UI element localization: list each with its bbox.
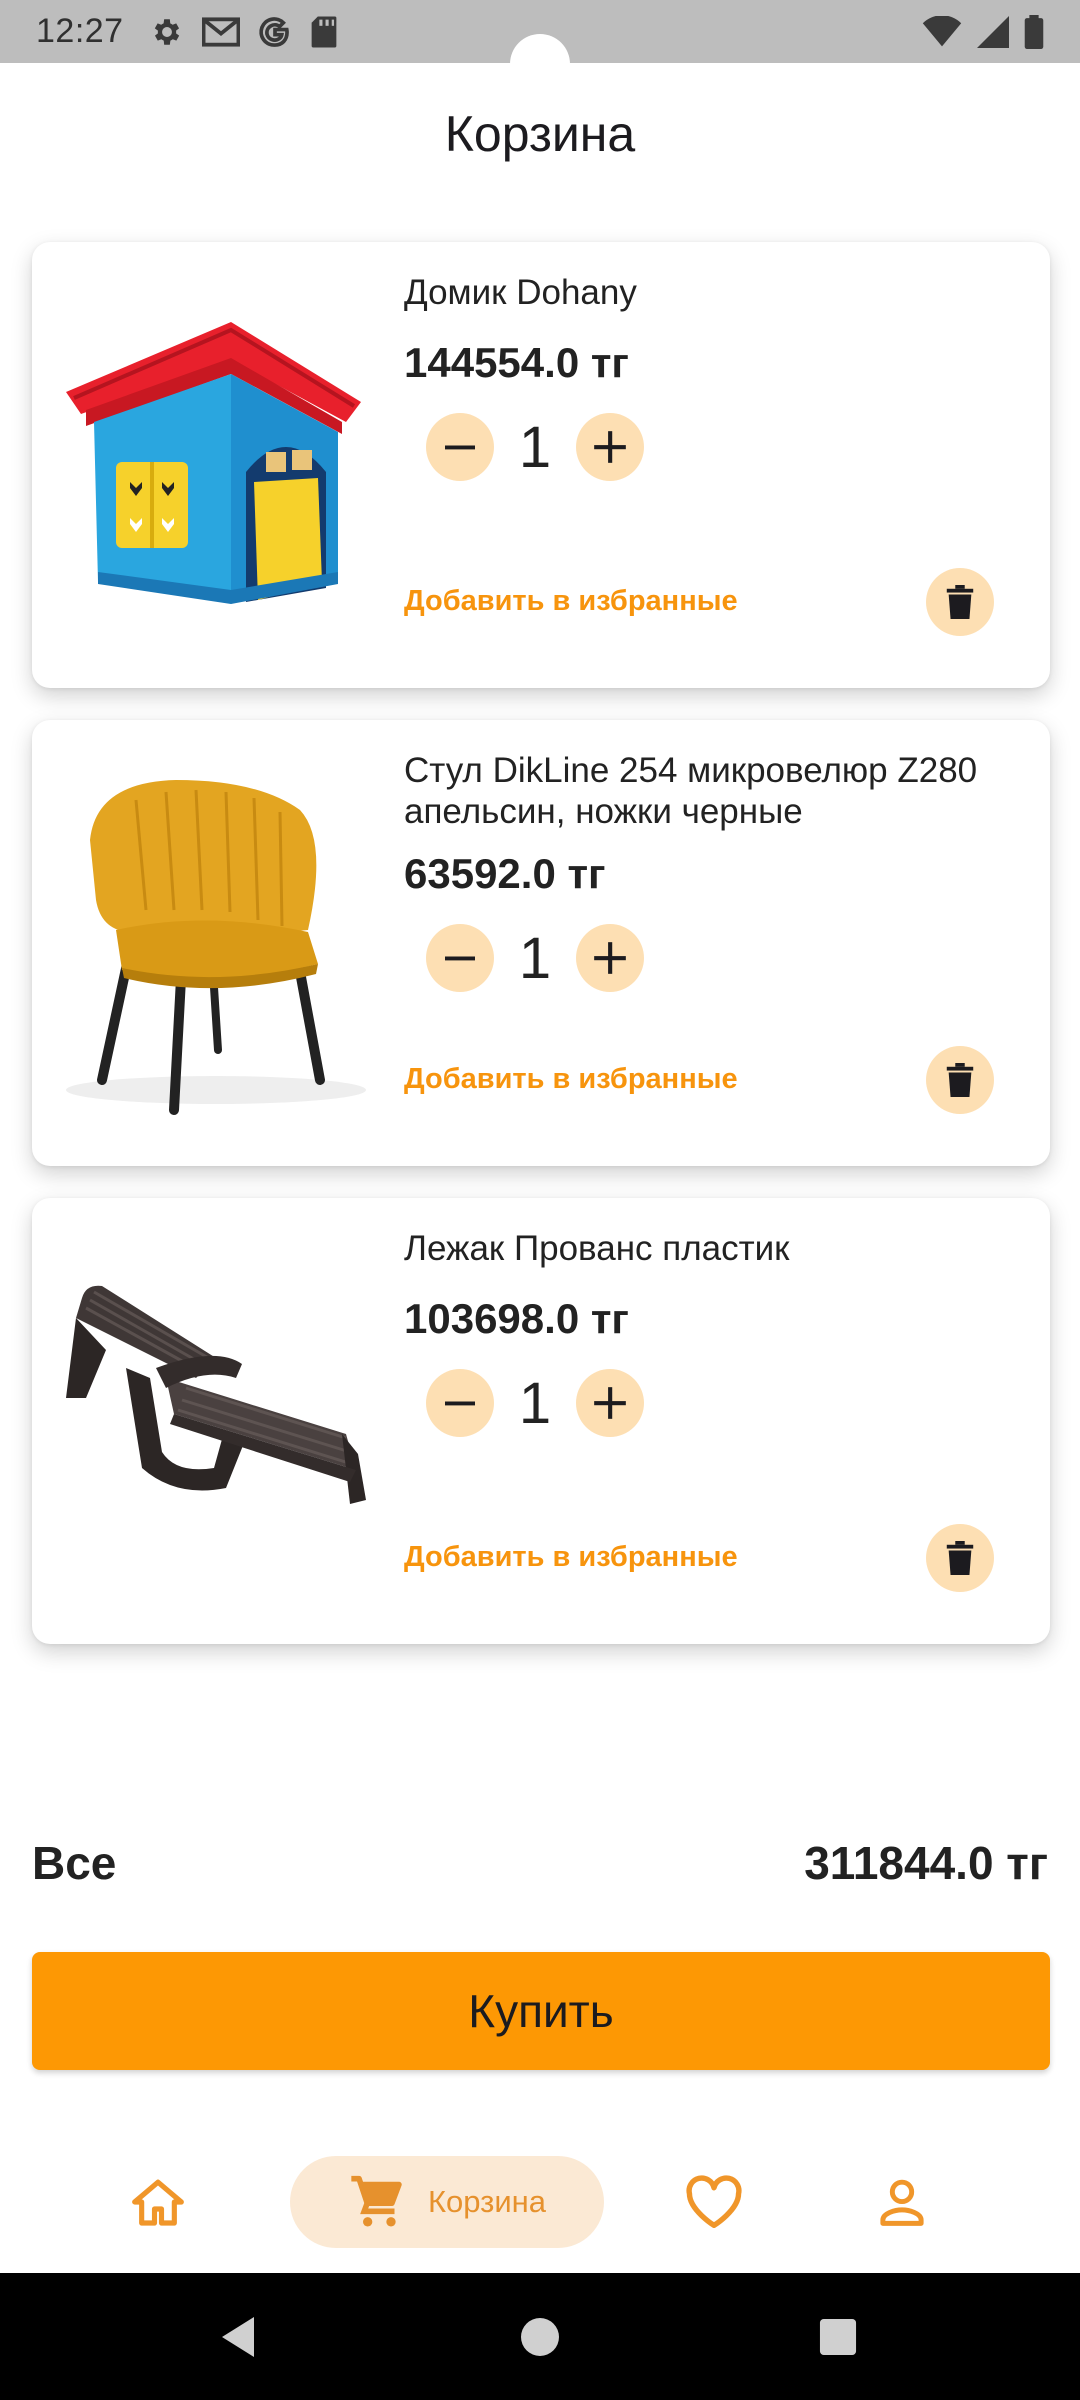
product-name: Лежак Прованс пластик [404, 1229, 790, 1268]
product-name: Стул DikLine 254 микровелюр Z280 апельси… [404, 751, 978, 831]
settings-icon [150, 15, 184, 49]
trash-icon [946, 1063, 974, 1097]
decrease-quantity-button[interactable] [426, 1369, 494, 1437]
product-image [46, 760, 386, 1120]
product-price: 144554.0 тг [404, 339, 629, 386]
nav-item-home[interactable] [108, 2130, 208, 2273]
signal-icon [976, 15, 1010, 48]
nav-cart-label: Корзина [427, 2183, 547, 2219]
cart-item-card: Домик Dohany 144554.0 тг 1 Добавить в из… [32, 242, 1050, 688]
person-icon [880, 2179, 924, 2226]
nav-item-cart[interactable]: Корзина [290, 2130, 604, 2273]
plus-icon [594, 942, 626, 974]
system-home-button[interactable] [514, 2311, 566, 2363]
decrease-quantity-button[interactable] [426, 924, 494, 992]
decrease-quantity-button[interactable] [426, 413, 494, 481]
bottom-navigation: Корзина [0, 2130, 1080, 2273]
trash-icon [946, 585, 974, 619]
plus-icon [594, 431, 626, 463]
heart-icon [686, 2174, 742, 2228]
nav-item-profile[interactable] [852, 2130, 952, 2273]
back-triangle-icon [222, 2317, 254, 2357]
quantity-value: 1 [518, 414, 552, 480]
buy-button[interactable]: Купить [32, 1952, 1050, 2070]
recents-square-icon [819, 2318, 857, 2356]
system-recents-button[interactable] [812, 2311, 864, 2363]
plus-icon [594, 1387, 626, 1419]
minus-icon [445, 1401, 475, 1406]
quantity-stepper: 1 [426, 924, 1020, 992]
add-to-favorites-link[interactable]: Добавить в избранные [404, 1541, 738, 1574]
remove-item-button[interactable] [926, 568, 994, 636]
product-price: 63592.0 тг [404, 850, 606, 897]
system-back-button[interactable] [212, 2311, 264, 2363]
product-image [46, 1238, 386, 1598]
product-name: Домик Dohany [404, 273, 637, 312]
cart-icon [351, 2175, 402, 2226]
total-label: Все [32, 1837, 117, 1889]
wifi-icon [922, 15, 962, 48]
total-value: 311844.0 тг [804, 1837, 1048, 1889]
gmail-icon [201, 16, 240, 48]
increase-quantity-button[interactable] [576, 413, 644, 481]
remove-item-button[interactable] [926, 1046, 994, 1114]
quantity-value: 1 [518, 925, 552, 991]
product-image [46, 282, 386, 642]
battery-icon [1024, 14, 1044, 49]
trash-icon [946, 1541, 974, 1575]
remove-item-button[interactable] [926, 1524, 994, 1592]
add-to-favorites-link[interactable]: Добавить в избранные [404, 1063, 738, 1096]
home-circle-icon [521, 2318, 559, 2356]
minus-icon [445, 956, 475, 961]
page-title: Корзина [444, 106, 636, 162]
minus-icon [445, 445, 475, 450]
camera-notch [510, 34, 570, 94]
quantity-stepper: 1 [426, 413, 1020, 481]
sd-card-icon [310, 15, 338, 49]
cart-item-card: Стул DikLine 254 микровелюр Z280 апельси… [32, 720, 1050, 1166]
system-navigation-bar [0, 2273, 1080, 2400]
quantity-stepper: 1 [426, 1369, 1020, 1437]
nav-item-favorites[interactable] [664, 2130, 764, 2273]
add-to-favorites-link[interactable]: Добавить в избранные [404, 585, 738, 618]
home-icon [132, 2179, 184, 2226]
cart-item-card: Лежак Прованс пластик 103698.0 тг 1 Доба… [32, 1198, 1050, 1644]
quantity-value: 1 [518, 1370, 552, 1436]
increase-quantity-button[interactable] [576, 924, 644, 992]
product-price: 103698.0 тг [404, 1295, 629, 1342]
status-time: 12:27 [36, 12, 124, 50]
google-icon [258, 15, 292, 49]
increase-quantity-button[interactable] [576, 1369, 644, 1437]
nav-cart-active-indicator: Корзина [290, 2155, 604, 2248]
